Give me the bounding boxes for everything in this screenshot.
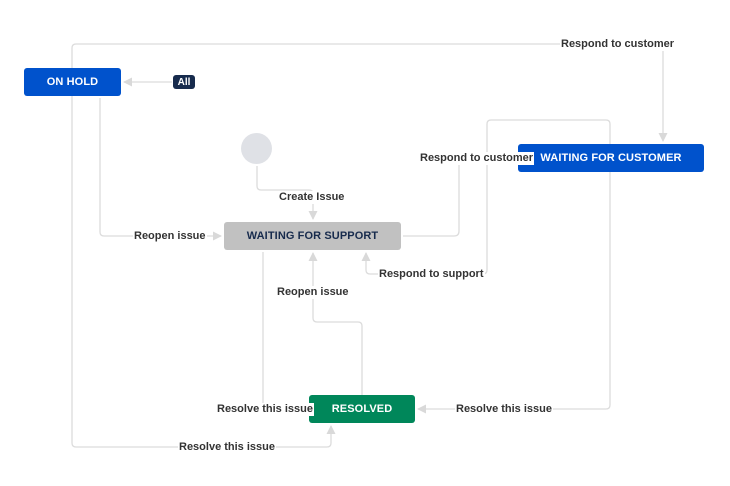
status-resolved[interactable]: RESOLVED xyxy=(309,395,415,423)
workflow-diagram: All ON HOLD WAITING FOR CUSTOMER WAITING… xyxy=(0,0,730,486)
status-waiting-for-customer[interactable]: WAITING FOR CUSTOMER xyxy=(518,144,704,172)
edge-resolve-from-customer xyxy=(417,172,611,414)
edge-respond-to-support xyxy=(361,157,518,275)
transition-label-resolve-this-issue-bottom[interactable]: Resolve this issue xyxy=(178,441,276,454)
transition-label-create-issue[interactable]: Create Issue xyxy=(278,191,346,204)
transition-label-reopen-issue-mid[interactable]: Reopen issue xyxy=(276,286,350,299)
transition-label-respond-to-support[interactable]: Respond to support xyxy=(378,268,485,281)
edge-resolve-from-on-hold xyxy=(71,96,336,448)
status-on-hold[interactable]: ON HOLD xyxy=(24,68,121,96)
edge-respond-to-customer-mid xyxy=(403,153,516,237)
edge-reopen-issue-left xyxy=(99,98,222,241)
status-waiting-for-support[interactable]: WAITING FOR SUPPORT xyxy=(224,222,401,250)
edge-resolve-from-support xyxy=(262,252,307,414)
transition-label-respond-to-customer-top[interactable]: Respond to customer xyxy=(560,38,676,51)
start-node xyxy=(241,133,272,164)
edge-respond-to-customer-top xyxy=(71,43,668,142)
all-transitions-badge: All xyxy=(173,75,195,89)
transition-label-resolve-this-issue-right[interactable]: Resolve this issue xyxy=(455,403,553,416)
transition-label-resolve-this-issue-left[interactable]: Resolve this issue xyxy=(216,403,314,416)
edge-reopen-issue-mid xyxy=(308,252,363,395)
transition-label-reopen-issue-left[interactable]: Reopen issue xyxy=(133,230,207,243)
transition-label-respond-to-customer-mid[interactable]: Respond to customer xyxy=(419,152,535,165)
